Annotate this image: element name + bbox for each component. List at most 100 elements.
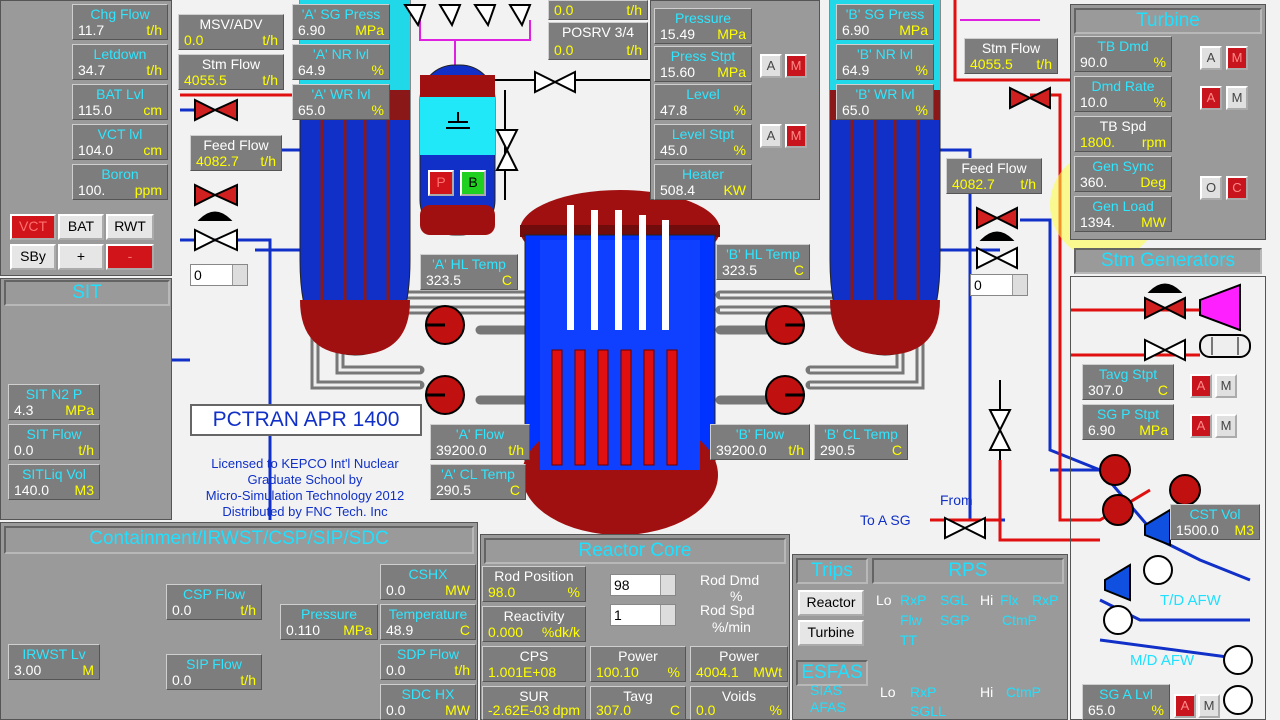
a-nr-lvl-readout: 'A' NR lvl 64.9% — [292, 44, 390, 80]
tavg-readout: Tavg 307.0 C — [590, 686, 686, 720]
tb-dmd-manual-button[interactable]: M — [1226, 46, 1248, 70]
a-hl-temp-readout: 'A' HL Temp 323.5 C — [420, 254, 518, 290]
power-mw-readout: Power 4004.1 MWt — [690, 646, 788, 682]
rps-rxp: RxP — [900, 592, 927, 608]
pzr-level-manual-button[interactable]: M — [785, 124, 807, 148]
b-flow-readout: 'B' Flow 39200.0 t/h — [710, 424, 810, 460]
breaker-close-button[interactable]: C — [1226, 176, 1248, 200]
pzr-level-auto-button[interactable]: A — [760, 124, 782, 148]
vct-button[interactable]: VCT — [10, 214, 56, 240]
sit-flow-readout: SIT Flow 0.0 t/h — [8, 424, 100, 460]
letdown-readout: Letdown 34.7 t/h — [72, 44, 168, 80]
app-title-banner: PCTRAN APR 1400 — [190, 404, 422, 436]
pzr-backup-heater-button[interactable]: B — [460, 170, 486, 196]
b-stm-flow-readout: Stm Flow 4055.5 t/h — [964, 38, 1058, 74]
gen-sync-readout: Gen Sync 360. Deg — [1074, 156, 1172, 192]
pzr-press-manual-button[interactable]: M — [785, 54, 807, 78]
cshx-readout: CSHX 0.0 MW — [380, 564, 476, 600]
csp-flow-readout: CSP Flow 0.0 t/h — [166, 584, 262, 620]
dmd-rate-manual-button[interactable]: M — [1226, 86, 1248, 110]
rps-sgl: SGL — [940, 592, 969, 608]
rod-spd-unit: %/min — [712, 619, 751, 635]
rps-lo-label: Lo — [876, 592, 892, 608]
reactivity-readout: Reactivity 0.000 %dk/k — [482, 606, 586, 642]
from-label: From — [940, 492, 973, 508]
tb-dmd-auto-button[interactable]: A — [1200, 46, 1222, 70]
esfas-hi-label: Hi — [980, 684, 994, 700]
sg-a-lvl-readout: SG A Lvl 65.0% — [1082, 684, 1170, 720]
td-afw-label: T/D AFW — [1160, 592, 1221, 609]
a-sg-press-readout: 'A' SG Press 6.90 MPa — [292, 4, 390, 40]
bat-lvl-readout: BAT Lvl 115.0 cm — [72, 84, 168, 120]
rps-rxp-hi: RxP — [1032, 592, 1059, 608]
esfas-rxp: RxP — [910, 684, 937, 700]
rps-sgp: SGP — [940, 612, 970, 628]
rps-tt: TT — [900, 632, 918, 648]
reactor-core-title: Reactor Core — [484, 538, 786, 564]
rod-dmd-spinner[interactable]: 98 — [610, 574, 676, 596]
pzr-top-valve-readout: 0.0 t/h — [548, 0, 648, 20]
breaker-open-button[interactable]: O — [1200, 176, 1222, 200]
gen-load-readout: Gen Load 1394. MW — [1074, 196, 1172, 232]
license-text-1: Licensed to KEPCO Int'l Nuclear — [211, 456, 399, 471]
rwt-button[interactable]: RWT — [106, 214, 154, 240]
sby-button[interactable]: SBy — [10, 244, 56, 270]
rod-dmd-label: Rod Dmd — [700, 572, 760, 588]
msv-adv-readout: MSV/ADV 0.0 t/h — [178, 14, 284, 50]
license-text-2: Graduate School by — [247, 472, 363, 487]
turbine-trip-button[interactable]: Turbine — [798, 620, 864, 646]
esfas-lo-label: Lo — [880, 684, 896, 700]
b-cl-temp-readout: 'B' CL Temp 290.5 C — [814, 424, 908, 460]
rod-spd-spinner[interactable]: 1 — [610, 604, 676, 626]
b-hl-temp-readout: 'B' HL Temp 323.5 C — [716, 244, 810, 280]
sdp-flow-readout: SDP Flow 0.0 t/h — [380, 644, 476, 680]
rod-position-readout: Rod Position 98.0% — [482, 566, 586, 602]
a-feed-spinner[interactable]: 0 — [190, 264, 248, 286]
sit-title: SIT — [4, 280, 170, 306]
sit-liq-readout: SITLiq Vol 140.0 M3 — [8, 464, 100, 500]
a-cl-temp-readout: 'A' CL Temp 290.5 C — [430, 464, 526, 500]
a-stm-flow-readout: Stm Flow 4055.5 t/h — [178, 54, 284, 90]
voids-readout: Voids 0.0% — [690, 686, 788, 720]
esfas-sgll: SGLL — [910, 703, 946, 719]
dmd-rate-readout: Dmd Rate 10.0% — [1074, 76, 1172, 112]
b-wr-lvl-readout: 'B' WR lvl 65.0% — [836, 84, 934, 120]
rps-ctmp: CtmP — [1002, 612, 1037, 628]
sg-a-lvl-manual-button[interactable]: M — [1198, 694, 1220, 718]
cps-readout: CPS 1.001E+08 — [482, 646, 586, 682]
rod-spd-label: Rod Spd — [700, 602, 755, 618]
rps-title: RPS — [872, 558, 1064, 584]
pzr-press-stpt-readout: Press Stpt 15.60 MPa — [654, 46, 752, 82]
pzr-level-stpt-readout: Level Stpt 45.0% — [654, 124, 752, 160]
rps-flx: Flx — [1000, 592, 1019, 608]
pzr-press-auto-button[interactable]: A — [760, 54, 782, 78]
boron-plus-button[interactable]: + — [58, 244, 104, 270]
rps-flw: Flw — [900, 612, 922, 628]
esfas-ctmp: CtmP — [1006, 684, 1041, 700]
stm-generators-title: Stm Generators — [1074, 248, 1262, 274]
cst-vol-readout: CST Vol 1500.0 M3 — [1170, 504, 1260, 540]
irwst-lvl-readout: IRWST Lv 3.00 M — [8, 644, 100, 680]
b-feed-flow-readout: Feed Flow 4082.7 t/h — [946, 158, 1042, 194]
a-wr-lvl-readout: 'A' WR lvl 65.0% — [292, 84, 390, 120]
containment-title: Containment/IRWST/CSP/SIP/SDC — [4, 526, 474, 554]
dmd-rate-auto-button[interactable]: A — [1200, 86, 1222, 110]
b-sg-press-readout: 'B' SG Press 6.90 MPa — [836, 4, 934, 40]
chg-flow-readout: Chg Flow 11.7 t/h — [72, 4, 168, 40]
sg-a-lvl-auto-button[interactable]: A — [1174, 694, 1196, 718]
containment-temperature-readout: Temperature 48.9 C — [380, 604, 476, 640]
license-text-4: Distributed by FNC Tech. Inc — [222, 504, 388, 519]
bat-button[interactable]: BAT — [58, 214, 104, 240]
to-a-sg-label: To A SG — [860, 512, 911, 528]
b-feed-spinner[interactable]: 0 — [970, 274, 1028, 296]
posrv-readout: POSRV 3/4 0.0 t/h — [548, 22, 648, 60]
pzr-pressure-readout: Pressure 15.49 MPa — [654, 8, 752, 44]
a-feed-flow-readout: Feed Flow 4082.7 t/h — [190, 135, 282, 171]
license-text-3: Micro-Simulation Technology 2012 — [205, 488, 405, 503]
md-afw-label: M/D AFW — [1130, 652, 1195, 669]
sur-readout: SUR -2.62E-03 dpm — [482, 686, 586, 720]
boron-minus-button[interactable]: - — [106, 244, 154, 270]
pzr-level-readout: Level 47.8% — [654, 84, 752, 120]
reactor-trip-button[interactable]: Reactor — [798, 590, 864, 616]
pzr-proportional-heater-button[interactable]: P — [428, 170, 454, 196]
